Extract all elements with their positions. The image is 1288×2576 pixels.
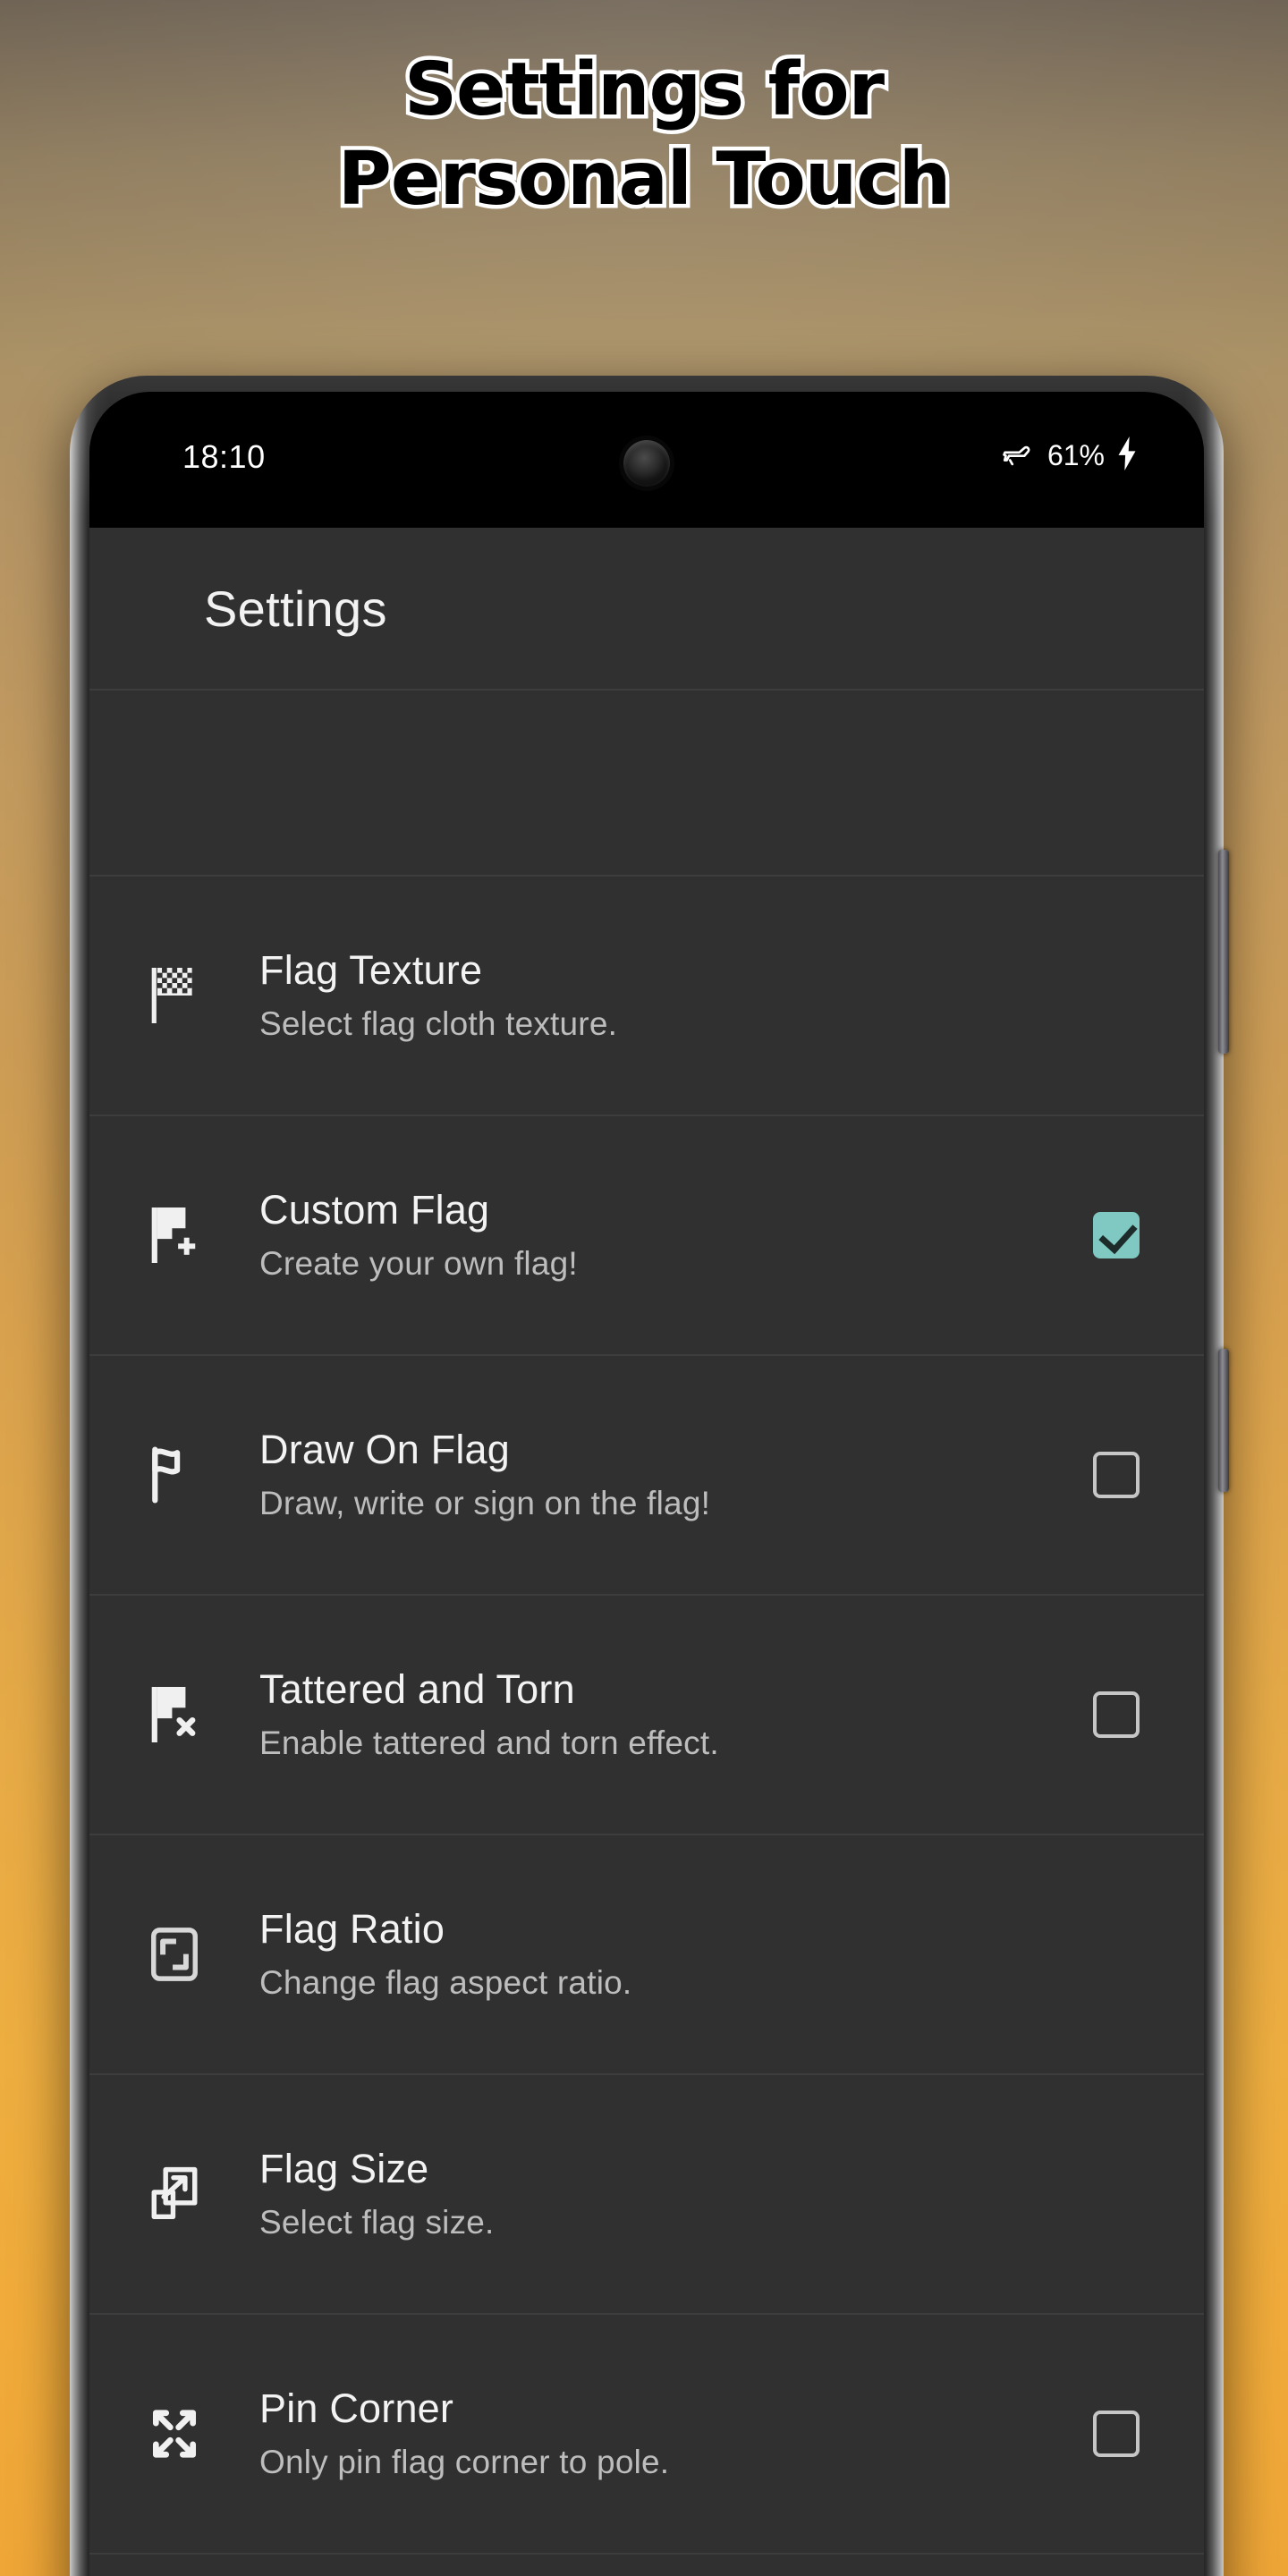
settings-row[interactable]: Flag Ratio Change flag aspect ratio.	[89, 1835, 1204, 2075]
resize-icon	[89, 2164, 259, 2224]
settings-row[interactable]: Tilt Flag	[89, 2555, 1204, 2576]
settings-row-title: Custom Flag	[259, 1186, 490, 1233]
settings-row-subtitle: Draw, write or sign on the flag!	[259, 1484, 711, 1521]
headline-line-1: Settings for	[400, 47, 888, 132]
settings-row-text: Custom Flag Create your own flag!	[259, 1187, 1077, 1284]
charging-bolt-icon	[1116, 436, 1138, 475]
flag-x-icon	[89, 1684, 259, 1745]
checkbox-unchecked[interactable]	[1093, 1452, 1140, 1498]
phone-screen: 18:10 61% Settings Flag Texture Select f…	[89, 392, 1204, 2576]
status-bar-clock: 18:10	[182, 438, 266, 475]
aspect-ratio-icon	[89, 1924, 259, 1985]
settings-row-control	[1077, 972, 1140, 1019]
settings-list[interactable]: Flag Texture Select flag cloth texture. C…	[89, 691, 1204, 2576]
headline-line-2: Personal Touch	[334, 137, 954, 222]
settings-row-title: Flag Texture	[259, 946, 483, 993]
settings-row-title: Flag Size	[259, 2145, 429, 2191]
settings-row-control[interactable]	[1077, 1452, 1140, 1498]
settings-row-text: Flag Size Select flag size.	[259, 2146, 1077, 2242]
settings-row-title: Draw On Flag	[259, 1426, 510, 1472]
ad-placeholder-row	[89, 691, 1204, 877]
settings-row-text: Draw On Flag Draw, write or sign on the f…	[259, 1427, 1077, 1523]
expand-arrows-icon	[89, 2403, 259, 2464]
settings-row-text: Tattered and Torn Enable tattered and tor…	[259, 1666, 1077, 1763]
status-bar-indicators: 61%	[996, 436, 1138, 475]
settings-row-text: Pin Corner Only pin flag corner to pole.	[259, 2385, 1077, 2482]
settings-row-subtitle: Select flag size.	[259, 2203, 495, 2241]
settings-row[interactable]: Draw On Flag Draw, write or sign on the f…	[89, 1356, 1204, 1596]
page-title: Settings	[204, 580, 387, 637]
settings-row-title: Tattered and Torn	[259, 1665, 575, 1712]
settings-row-control[interactable]	[1077, 1691, 1140, 1738]
settings-row[interactable]: Flag Texture Select flag cloth texture.	[89, 877, 1204, 1116]
settings-row[interactable]: Tattered and Torn Enable tattered and tor…	[89, 1596, 1204, 1835]
settings-row-text: Flag Texture Select flag cloth texture.	[259, 947, 1077, 1044]
settings-row-subtitle: Change flag aspect ratio.	[259, 1963, 632, 2001]
front-camera-punch-hole	[623, 440, 670, 487]
volume-button[interactable]	[1218, 850, 1229, 1054]
airplane-mode-icon	[996, 438, 1036, 473]
checkered-flag-icon	[89, 965, 259, 1026]
checkbox-unchecked[interactable]	[1093, 1691, 1140, 1738]
settings-row-control	[1077, 1931, 1140, 1978]
settings-row-subtitle: Create your own flag!	[259, 1244, 578, 1282]
promo-screenshot: Settings for Personal Touch 18:10 61% Se…	[0, 0, 1288, 2576]
settings-row[interactable]: Custom Flag Create your own flag!	[89, 1116, 1204, 1356]
wavy-flag-outline-icon	[89, 1445, 259, 1505]
settings-row[interactable]: Flag Size Select flag size.	[89, 2075, 1204, 2315]
status-bar: 18:10 61%	[89, 392, 1204, 528]
flag-plus-icon	[89, 1205, 259, 1266]
app-bar: Settings	[89, 528, 1204, 691]
settings-row[interactable]: Pin Corner Only pin flag corner to pole.	[89, 2315, 1204, 2555]
checkbox-checked[interactable]	[1093, 1212, 1140, 1258]
power-button[interactable]	[1218, 1349, 1229, 1492]
settings-row-subtitle: Select flag cloth texture.	[259, 1004, 618, 1042]
settings-row-text: Flag Ratio Change flag aspect ratio.	[259, 1906, 1077, 2003]
battery-percentage: 61%	[1046, 439, 1105, 471]
checkbox-unchecked[interactable]	[1093, 2411, 1140, 2457]
settings-row-control[interactable]	[1077, 1212, 1140, 1258]
phone-device-frame: 18:10 61% Settings Flag Texture Select f…	[70, 376, 1229, 2576]
promo-headline: Settings for Personal Touch	[0, 47, 1288, 222]
settings-row-title: Flag Ratio	[259, 1905, 445, 1952]
settings-row-subtitle: Only pin flag corner to pole.	[259, 2443, 670, 2480]
settings-row-control[interactable]	[1077, 2411, 1140, 2457]
settings-row-subtitle: Enable tattered and torn effect.	[259, 1724, 719, 1761]
settings-row-control	[1077, 2171, 1140, 2217]
settings-row-title: Pin Corner	[259, 2385, 454, 2431]
